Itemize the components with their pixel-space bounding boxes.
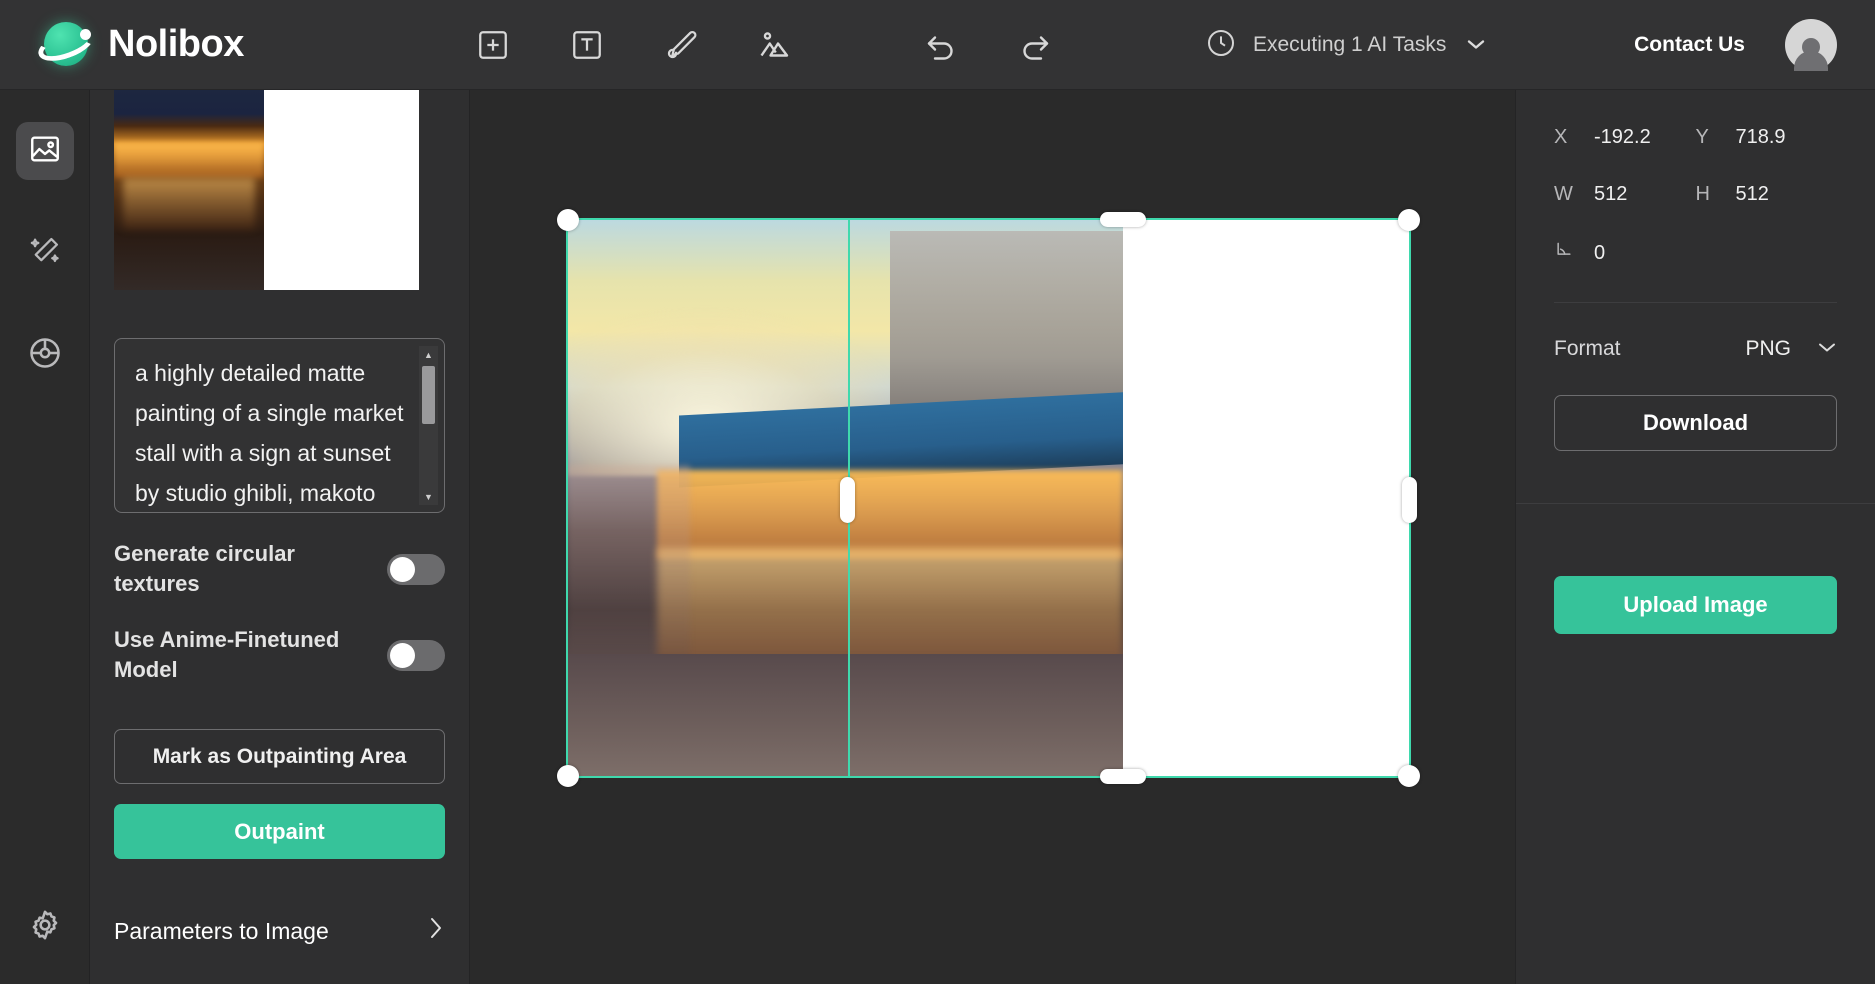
format-row: Format PNG [1516,337,1875,361]
thumbnail-white-area [264,90,419,290]
format-value: PNG [1745,337,1791,360]
toggle-label-anime-model: Use Anime-Finetuned Model [114,627,340,682]
color-wheel-icon [27,335,63,376]
scroll-down-icon[interactable]: ▼ [419,488,438,505]
avatar[interactable] [1785,19,1837,71]
handle-middle-split[interactable] [840,477,855,523]
prompt-scrollbar[interactable]: ▲ ▼ [419,346,438,505]
brand-name: Nolibox [108,23,244,65]
angle-icon [1554,240,1572,266]
ai-task-label: Executing 1 AI Tasks [1253,33,1447,56]
mark-outpainting-area-button[interactable]: Mark as Outpainting Area [114,729,445,784]
prompt-text: a highly detailed matte painting of a si… [135,360,404,506]
add-image-button[interactable] [752,22,798,68]
add-element-button[interactable] [470,22,516,68]
field-y[interactable]: Y 718.9 [1696,126,1838,149]
field-x[interactable]: X -192.2 [1554,126,1696,149]
field-h[interactable]: H 512 [1696,183,1838,206]
handle-top-left[interactable] [557,209,579,231]
handle-bottom-left[interactable] [557,765,579,787]
add-text-button[interactable] [564,22,610,68]
format-label: Format [1554,337,1621,360]
ai-task-status[interactable]: Executing 1 AI Tasks [1205,0,1486,90]
label-x: X [1554,126,1568,148]
rail-item-palette[interactable] [16,326,74,384]
contact-us-button[interactable]: Contact Us [1634,33,1745,57]
value-h[interactable]: 512 [1736,183,1769,206]
value-rotation[interactable]: 0 [1594,242,1605,265]
selection-bounding-box[interactable] [557,209,1420,787]
toggle-label-circular-textures: Generate circular textures [114,541,295,596]
transform-grid: X -192.2 Y 718.9 W 512 H 512 0 [1554,126,1837,266]
handle-top-right[interactable] [1398,209,1420,231]
format-select[interactable]: PNG [1745,337,1837,361]
download-button[interactable]: Download [1554,395,1837,451]
divider-transform [1554,302,1837,303]
image-icon [28,132,62,171]
outpaint-white-area[interactable] [1123,220,1409,776]
parameters-to-image-label: Parameters to Image [114,917,329,944]
field-rotation[interactable]: 0 [1554,240,1696,266]
app-root: Nolibox Executing 1 AI Tasks Contact Us … [0,0,1875,984]
handle-top-center[interactable] [1100,212,1146,227]
top-toolbar: Nolibox Executing 1 AI Tasks Contact Us [0,0,1875,90]
chevron-down-icon [1817,340,1837,359]
value-x[interactable]: -192.2 [1594,126,1651,149]
value-w[interactable]: 512 [1594,183,1627,206]
scroll-up-icon[interactable]: ▲ [419,346,438,363]
toggle-circular-textures[interactable] [387,553,445,585]
top-right-group: Contact Us [1634,0,1837,90]
toggle-row-anime-model: Use Anime-Finetuned Model [114,625,445,685]
rail-item-magic-wand[interactable] [16,224,74,282]
layer-thumbnail[interactable] [114,90,445,290]
redo-button[interactable] [1012,22,1058,68]
undo-icon [923,27,959,63]
brand: Nolibox [0,19,470,71]
app-body: a highly detailed matte painting of a si… [0,90,1875,984]
handle-bottom-center[interactable] [1100,769,1146,784]
divider-download [1516,503,1875,504]
canvas-area[interactable] [470,90,1515,984]
magic-wand-icon [28,234,62,273]
field-w[interactable]: W 512 [1554,183,1696,206]
value-y[interactable]: 718.9 [1736,126,1786,149]
upload-image-button[interactable]: Upload Image [1554,576,1837,634]
label-h: H [1695,183,1710,205]
properties-panel: X -192.2 Y 718.9 W 512 H 512 0 Format PN… [1515,90,1875,984]
rail-bottom [0,898,90,956]
parameters-to-image-link[interactable]: Parameters to Image [114,909,445,953]
outpaint-button[interactable]: Outpaint [114,804,445,859]
prompt-textarea[interactable]: a highly detailed matte painting of a si… [114,338,445,513]
toggle-anime-model[interactable] [387,639,445,671]
transform-section: X -192.2 Y 718.9 W 512 H 512 0 [1516,90,1875,303]
canvas-surface[interactable] [470,90,1515,984]
gear-icon [27,907,63,948]
label-w: W [1554,183,1573,205]
redo-icon [1017,27,1053,63]
handle-middle-right[interactable] [1402,477,1417,523]
toggle-row-circular-textures: Generate circular textures [114,539,445,599]
tool-group [470,22,1058,68]
image-mountain-icon [757,27,793,63]
clock-icon [1205,27,1237,64]
handle-bottom-right[interactable] [1398,765,1420,787]
text-box-icon [570,28,604,62]
chevron-down-icon[interactable] [1466,37,1486,54]
brush-icon [664,28,698,62]
thumbnail-image [114,90,264,290]
rail-item-image[interactable] [15,122,74,180]
left-rail [0,90,90,984]
nolibox-logo-icon [34,19,98,71]
brush-button[interactable] [658,22,704,68]
label-y: Y [1695,126,1709,148]
plus-square-icon [476,28,510,62]
scrollbar-thumb[interactable] [422,366,435,424]
chevron-right-icon [427,914,445,948]
undo-button[interactable] [918,22,964,68]
rail-item-settings[interactable] [16,898,74,956]
parameters-panel: a highly detailed matte painting of a si… [90,90,470,984]
